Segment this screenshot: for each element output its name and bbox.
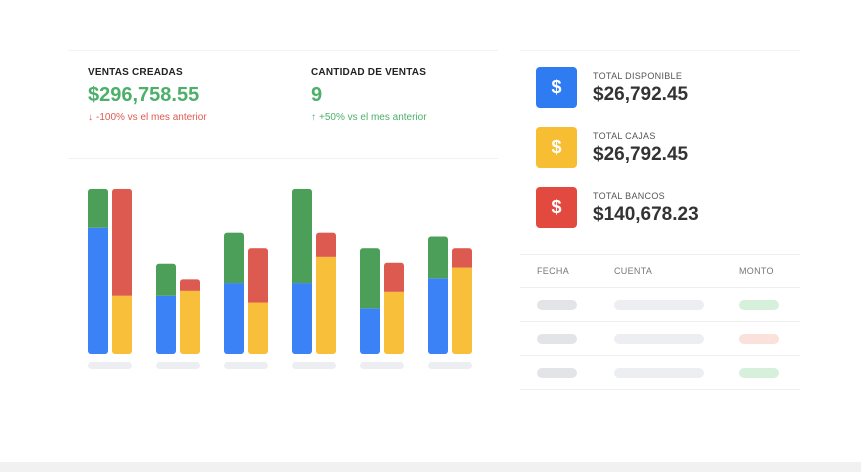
x-tick-placeholder [292, 362, 336, 369]
bar-segment-blue [292, 283, 312, 354]
kpi-change-text: -100% vs el mes anterior [96, 112, 207, 123]
fecha-placeholder [537, 300, 577, 310]
bar-segment-green [428, 236, 448, 279]
kpi-cantidad-ventas: CANTIDAD DE VENTAS 9 ↑ +50% vs el mes ant… [311, 67, 427, 123]
bar-segment-yellow [180, 290, 200, 354]
monto-placeholder [739, 368, 779, 378]
bar-segment-yellow [112, 295, 132, 354]
summary-label: TOTAL DISPONIBLE [593, 71, 683, 81]
table-row [520, 322, 800, 356]
dollar-icon: $ [536, 67, 577, 108]
kpi-value: $296,758.55 [88, 84, 200, 106]
bar-segment-blue [224, 283, 244, 354]
bar-segment-blue [88, 227, 108, 354]
sales-panel: VENTAS CREADAS $296,758.55 ↓ -100% vs el … [68, 50, 498, 393]
kpi-change-text: +50% vs el mes anterior [319, 112, 427, 123]
kpi-ventas-creadas: VENTAS CREADAS $296,758.55 ↓ -100% vs el … [88, 67, 207, 123]
x-tick-placeholder [224, 362, 268, 369]
bar-segment-red [112, 188, 132, 296]
bar-segment-blue [360, 308, 380, 354]
bottom-band [0, 462, 861, 472]
bar-segment-blue [428, 278, 448, 354]
monto-placeholder [739, 334, 779, 344]
summary-label: TOTAL BANCOS [593, 191, 665, 201]
x-tick-placeholder [156, 362, 200, 369]
x-tick-placeholder [360, 362, 404, 369]
monto-placeholder [739, 300, 779, 310]
summary-value: $140,678.23 [593, 204, 699, 225]
x-tick-placeholder [88, 362, 132, 369]
fecha-placeholder [537, 334, 577, 344]
kpi-change: ↓ -100% vs el mes anterior [88, 112, 207, 123]
divider [68, 158, 498, 159]
kpi-change: ↑ +50% vs el mes anterior [311, 112, 427, 123]
bar-segment-yellow [452, 267, 472, 354]
col-fecha: FECHA [537, 266, 570, 276]
table-row [520, 356, 800, 390]
dollar-icon: $ [536, 127, 577, 168]
bar-segment-green [360, 248, 380, 309]
cuenta-placeholder [614, 334, 704, 344]
table-header: FECHA CUENTA MONTO [520, 254, 800, 288]
sales-bar-chart [88, 188, 472, 369]
bar-segment-red [316, 232, 336, 257]
bar-segment-green [224, 232, 244, 284]
arrow-up-icon: ↑ [311, 112, 316, 123]
bar-segment-blue [156, 295, 176, 354]
dollar-icon: $ [536, 187, 577, 228]
bar-segment-green [88, 188, 108, 228]
bar-segment-green [156, 263, 176, 296]
bar-segment-red [248, 248, 268, 303]
transactions-table: FECHA CUENTA MONTO [520, 254, 800, 390]
summary-label: TOTAL CAJAS [593, 131, 656, 141]
col-cuenta: CUENTA [614, 266, 653, 276]
bar-segment-green [292, 188, 312, 284]
x-tick-placeholder [428, 362, 472, 369]
kpi-title: VENTAS CREADAS [88, 67, 183, 78]
summary-value: $26,792.45 [593, 84, 689, 105]
cuenta-placeholder [614, 300, 704, 310]
bar-segment-red [384, 262, 404, 292]
arrow-down-icon: ↓ [88, 112, 93, 123]
bar-segment-yellow [248, 302, 268, 354]
kpi-value: 9 [311, 84, 323, 106]
bar-segment-yellow [384, 291, 404, 354]
kpi-title: CANTIDAD DE VENTAS [311, 67, 427, 78]
bar-segment-red [180, 279, 200, 291]
bar-segment-red [452, 248, 472, 268]
col-monto: MONTO [739, 266, 774, 276]
totals-panel: $ TOTAL DISPONIBLE $26,792.45 $ TOTAL CA… [520, 50, 800, 393]
fecha-placeholder [537, 368, 577, 378]
summary-value: $26,792.45 [593, 144, 689, 165]
bar-segment-yellow [316, 256, 336, 354]
cuenta-placeholder [614, 368, 704, 378]
table-row [520, 288, 800, 322]
